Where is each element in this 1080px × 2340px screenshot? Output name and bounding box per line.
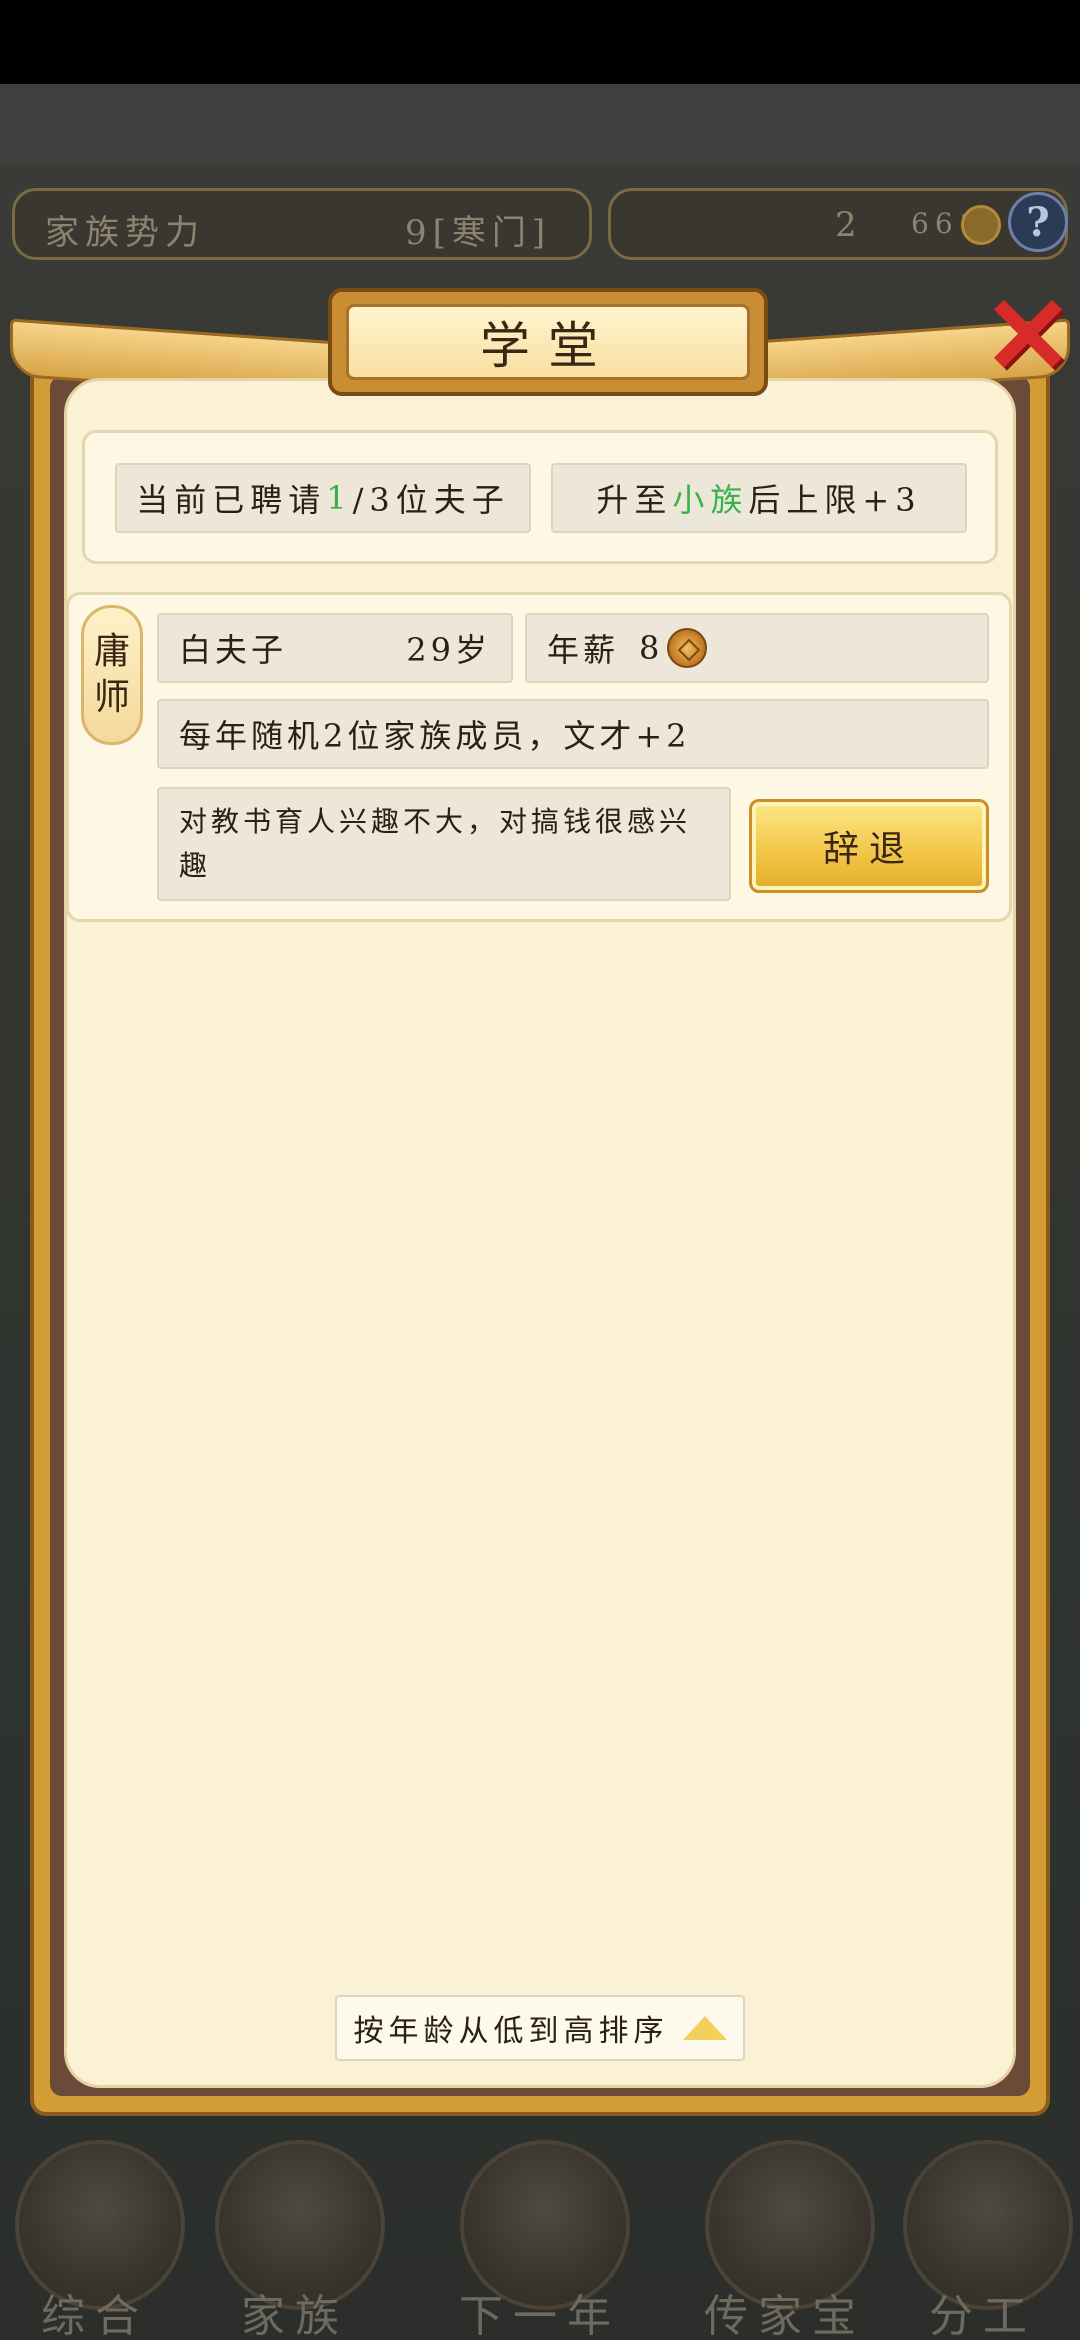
rank-tag: 庸 师 (81, 605, 143, 745)
help-button[interactable]: ? (1008, 192, 1068, 252)
salary-value: 8 (639, 629, 664, 667)
teacher-age: 29岁 (406, 631, 491, 669)
personality-field: 对教书育人兴趣不大，对搞钱很感兴趣 (157, 787, 731, 901)
dismiss-button[interactable]: 辞退 (749, 799, 989, 893)
teacher-card: 庸 师 白夫子 29岁 年薪 8 每年随机2位家族成员，文才+2 对教书育人兴趣… (66, 592, 1012, 922)
salary-label: 年薪 (547, 631, 620, 669)
teacher-effect: 每年随机2位家族成员，文才+2 (179, 717, 691, 755)
capacity-card: 当前已聘请 1/3位夫子 升至 小族 后上限+3 (82, 430, 998, 564)
hired-prefix: 当前已聘请 (136, 481, 327, 519)
top-band (0, 84, 1080, 164)
hired-count: 当前已聘请 1/3位夫子 (115, 463, 531, 533)
resource-count: 2 (835, 205, 863, 245)
nav-label: 分工 (929, 2291, 1037, 2340)
family-power-bar: 家族势力 9[寒门] (12, 188, 592, 260)
upgrade-prefix: 升至 (596, 481, 673, 519)
hired-current: 1 (326, 479, 353, 517)
nav-item-next-year[interactable]: 下一年 (445, 2140, 635, 2340)
family-power-label: 家族势力 (45, 213, 205, 253)
teacher-name: 白夫子 (179, 631, 288, 669)
sort-button[interactable]: 按年龄从低到高排序 (335, 1995, 745, 2061)
teacher-personality: 对教书育人兴趣不大，对搞钱很感兴趣 (179, 805, 692, 882)
bottom-nav: 综合 家族 下一年 传家宝 分工 (0, 2140, 1080, 2340)
status-bar (0, 0, 1080, 84)
nav-item-division[interactable]: 分工 (888, 2140, 1078, 2340)
nav-item-heirloom[interactable]: 传家宝 (690, 2140, 880, 2340)
title-plate: 学堂 (328, 288, 768, 396)
nav-label: 传家宝 (704, 2291, 866, 2340)
upgrade-hint: 升至 小族 后上限+3 (551, 463, 967, 533)
nav-label: 家族 (241, 2291, 349, 2340)
close-button[interactable]: ✕ (978, 282, 1078, 396)
copper-coin-icon (667, 628, 708, 668)
sort-label: 按年龄从低到高排序 (353, 2014, 669, 2049)
family-power-value: 9[寒门] (405, 213, 552, 253)
upgrade-suffix: 后上限+3 (748, 481, 922, 519)
resource-bar: 2 661 (608, 188, 1068, 260)
upgrade-rank: 小族 (672, 481, 749, 519)
triangle-up-icon (682, 2016, 727, 2040)
rank-char: 庸 (93, 631, 130, 672)
nav-item-overview[interactable]: 综合 (0, 2140, 190, 2340)
salary-field: 年薪 8 (525, 613, 989, 683)
dialog-title: 学堂 (346, 304, 750, 380)
effect-field: 每年随机2位家族成员，文才+2 (157, 699, 989, 769)
nav-label: 综合 (41, 2291, 149, 2340)
teacher-name-field: 白夫子 29岁 (157, 613, 513, 683)
nav-item-family[interactable]: 家族 (200, 2140, 390, 2340)
nav-label: 下一年 (459, 2291, 621, 2340)
coin-icon (961, 205, 1001, 245)
hired-suffix: /3位夫子 (352, 481, 510, 519)
rank-char: 师 (93, 677, 130, 718)
